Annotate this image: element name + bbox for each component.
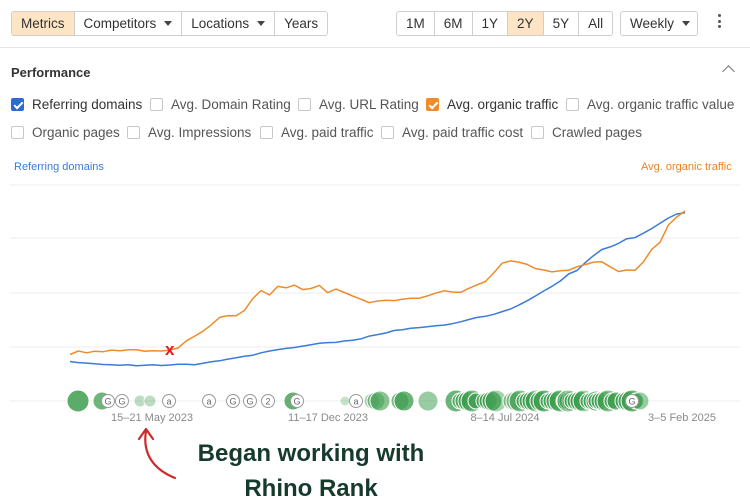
referring-domains-line bbox=[69, 212, 686, 367]
section-title: Performance bbox=[11, 65, 91, 80]
x-tick-label: 8–14 Jul 2024 bbox=[470, 412, 539, 424]
checkbox-avg-domain-rating[interactable]: Avg. Domain Rating bbox=[150, 97, 291, 112]
x-tick-label: 15–21 May 2023 bbox=[111, 412, 193, 424]
checkbox-label: Avg. Impressions bbox=[148, 125, 252, 140]
right-axis-label: Avg. organic traffic bbox=[641, 161, 732, 173]
granularity-dropdown[interactable]: Weekly bbox=[620, 11, 698, 36]
chart-grid bbox=[10, 184, 740, 402]
x-axis-ticks: 15–21 May 2023 11–17 Dec 2023 8–14 Jul 202… bbox=[111, 412, 716, 424]
organic-traffic-line bbox=[69, 210, 686, 356]
caption-line-1: Began working with bbox=[197, 440, 425, 467]
tab-competitors[interactable]: Competitors bbox=[75, 12, 183, 35]
range-5y[interactable]: 5Y bbox=[544, 12, 580, 35]
caption-line-2: Rhino Rank bbox=[244, 475, 378, 500]
tab-locations[interactable]: Locations bbox=[182, 12, 276, 35]
checkbox-box[interactable] bbox=[531, 126, 544, 139]
range-all[interactable]: All bbox=[579, 12, 612, 35]
event-dot bbox=[66, 389, 90, 413]
event-dot bbox=[143, 394, 157, 408]
event-icon-label: 2 bbox=[265, 397, 270, 407]
range-2y[interactable]: 2Y bbox=[508, 12, 544, 35]
event-dot bbox=[339, 395, 351, 407]
checkbox-label: Crawled pages bbox=[552, 125, 643, 140]
checkbox-organic-pages[interactable]: Organic pages bbox=[11, 125, 120, 140]
tab-locations-label: Locations bbox=[191, 16, 250, 31]
checkbox-avg-organic-traffic-value[interactable]: Avg. organic traffic value bbox=[566, 97, 734, 112]
checkbox-avg-url-rating[interactable]: Avg. URL Rating bbox=[298, 97, 419, 112]
checkbox-label: Organic pages bbox=[32, 125, 120, 140]
checkbox-avg-paid-traffic[interactable]: Avg. paid traffic bbox=[260, 125, 374, 140]
event-icon-label: a bbox=[353, 397, 358, 407]
chevron-down-icon bbox=[257, 20, 266, 26]
event-dot bbox=[417, 390, 439, 412]
checkbox-avg-impressions[interactable]: Avg. Impressions bbox=[127, 125, 251, 140]
checkbox-box[interactable] bbox=[381, 126, 394, 139]
checkbox-label: Avg. URL Rating bbox=[319, 97, 419, 112]
top-toolbar: Metrics Competitors Locations Years 1M 6… bbox=[0, 0, 750, 48]
tab-competitors-label: Competitors bbox=[83, 16, 157, 31]
range-1m[interactable]: 1M bbox=[397, 12, 435, 35]
caption: Began working with Rhino Rank bbox=[186, 436, 436, 500]
chart-lines: x bbox=[69, 210, 686, 367]
performance-chart: GGaaGG2GaG x 15–21 May 2023 11–17 Dec 202… bbox=[10, 184, 740, 424]
event-icon-label: G bbox=[628, 397, 635, 407]
checkbox-crawled-pages[interactable]: Crawled pages bbox=[531, 125, 642, 140]
tab-metrics[interactable]: Metrics bbox=[12, 12, 75, 35]
checkbox-box[interactable] bbox=[11, 98, 24, 111]
event-icon-label: G bbox=[118, 397, 125, 407]
checkbox-label: Avg. organic traffic value bbox=[587, 97, 735, 112]
granularity-label: Weekly bbox=[630, 16, 675, 31]
chevron-up-icon[interactable] bbox=[722, 65, 735, 78]
event-icon-label: a bbox=[166, 397, 171, 407]
checkbox-box[interactable] bbox=[426, 98, 439, 111]
x-tick-label: 3–5 Feb 2025 bbox=[648, 412, 716, 424]
left-axis-label: Referring domains bbox=[14, 161, 104, 173]
annotation-marker: x bbox=[165, 340, 175, 359]
event-icon-label: G bbox=[229, 397, 236, 407]
chevron-down-icon bbox=[164, 20, 173, 26]
checkbox-box[interactable] bbox=[150, 98, 163, 111]
event-icon-label: G bbox=[104, 397, 111, 407]
event-markers: GGaaGG2GaG bbox=[66, 389, 650, 413]
range-selector: 1M 6M 1Y 2Y 5Y All bbox=[396, 11, 614, 36]
checkbox-box[interactable] bbox=[260, 126, 273, 139]
tab-years[interactable]: Years bbox=[275, 12, 327, 35]
checkbox-avg-paid-traffic-cost[interactable]: Avg. paid traffic cost bbox=[381, 125, 523, 140]
checkbox-box[interactable] bbox=[11, 126, 24, 139]
chevron-down-icon bbox=[682, 20, 691, 26]
checkbox-label: Avg. paid traffic bbox=[281, 125, 374, 140]
checkbox-referring-domains[interactable]: Referring domains bbox=[11, 97, 142, 112]
checkbox-avg-organic-traffic[interactable]: Avg. organic traffic bbox=[426, 97, 558, 112]
checkbox-label: Avg. organic traffic bbox=[447, 97, 559, 112]
checkbox-box[interactable] bbox=[127, 126, 140, 139]
event-dot bbox=[393, 390, 415, 412]
x-tick-label: 11–17 Dec 2023 bbox=[288, 412, 368, 424]
event-icon-label: G bbox=[293, 397, 300, 407]
event-icon-label: a bbox=[206, 397, 211, 407]
checkbox-label: Avg. paid traffic cost bbox=[402, 125, 524, 140]
checkbox-box[interactable] bbox=[566, 98, 579, 111]
range-6m[interactable]: 6M bbox=[435, 12, 473, 35]
checkbox-label: Avg. Domain Rating bbox=[171, 97, 291, 112]
view-tabs: Metrics Competitors Locations Years bbox=[11, 11, 329, 36]
checkbox-label: Referring domains bbox=[32, 97, 143, 112]
range-1y[interactable]: 1Y bbox=[473, 12, 509, 35]
checkbox-box[interactable] bbox=[298, 98, 311, 111]
more-options-icon[interactable] bbox=[712, 14, 726, 34]
event-icon-label: G bbox=[246, 397, 253, 407]
event-dot bbox=[369, 390, 391, 412]
